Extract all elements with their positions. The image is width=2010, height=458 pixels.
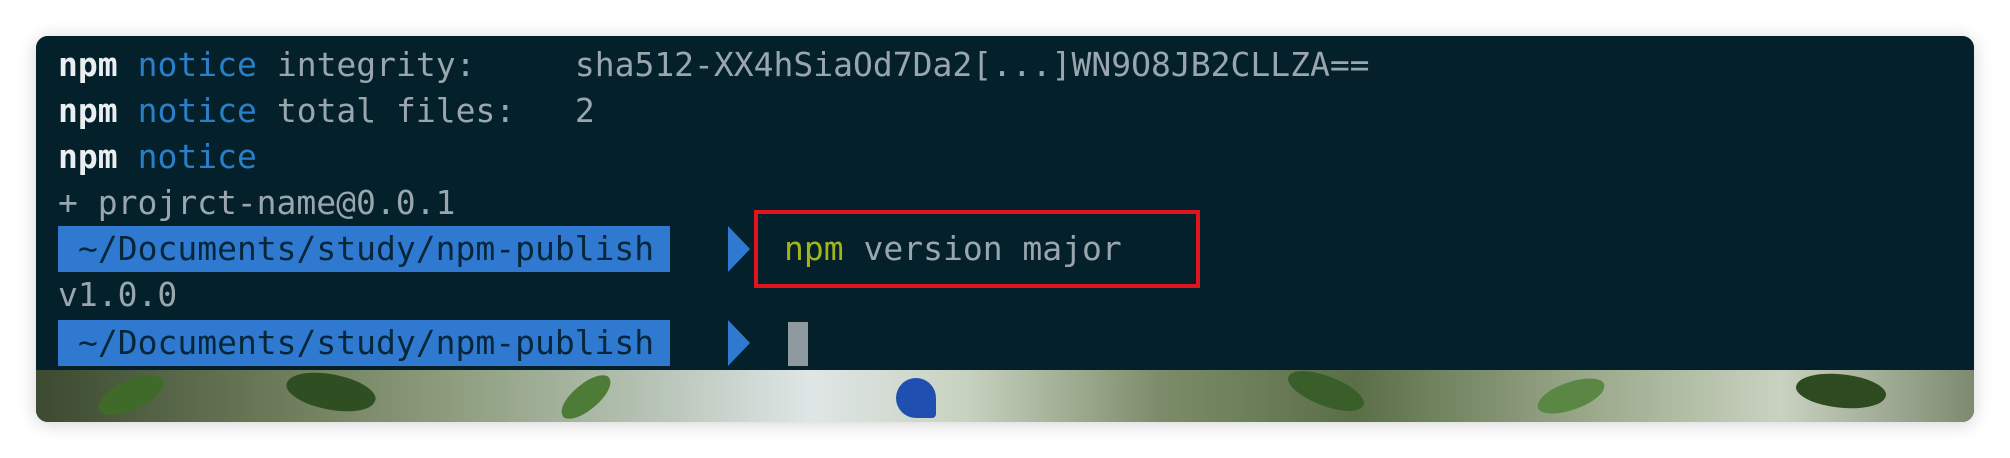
npm-prefix: npm [58,91,118,130]
log-key: integrity: [276,45,575,84]
npm-prefix: npm [58,45,118,84]
leaf-shape [92,368,170,422]
prompt-arrow-icon [728,226,750,272]
log-line-total-files: npm notice total files: 2 [58,88,595,134]
notice-tag: notice [137,91,257,130]
notice-tag: notice [137,45,257,84]
version-output-line: v1.0.0 [58,275,178,314]
leaf-shape [553,369,619,422]
publish-result-line: + projrct-name@0.0.1 [58,183,456,222]
log-key: total files: [276,91,575,130]
terminal-window: npm notice integrity: sha512-XX4hSiaOd7Da2… [36,36,1974,422]
log-value: 2 [574,91,595,130]
log-line-integrity: npm notice integrity: sha512-XX4hSiaOd7Da2… [58,42,1370,88]
leaf-shape [896,378,936,418]
log-line-empty-notice: npm notice [58,134,257,180]
prompt-path-segment: ~/Documents/study/npm-publish [58,320,671,366]
prompt-path-segment: ~/Documents/study/npm-publish [58,226,671,272]
leaf-shape [282,362,380,422]
text-cursor [788,322,808,366]
leaf-shape [1283,360,1369,422]
leaf-shape [1533,373,1609,419]
prompt-arrow-icon [728,320,750,366]
desktop-wallpaper [36,360,1974,422]
command-highlight-box [754,210,1200,288]
npm-prefix: npm [58,137,118,176]
log-value: sha512-XX4hSiaOd7Da2[...]WN9O8JB2CLLZA== [574,45,1370,84]
terminal-screen[interactable]: npm notice integrity: sha512-XX4hSiaOd7Da2… [36,36,1974,370]
notice-tag: notice [137,137,257,176]
leaf-shape [1793,366,1889,416]
